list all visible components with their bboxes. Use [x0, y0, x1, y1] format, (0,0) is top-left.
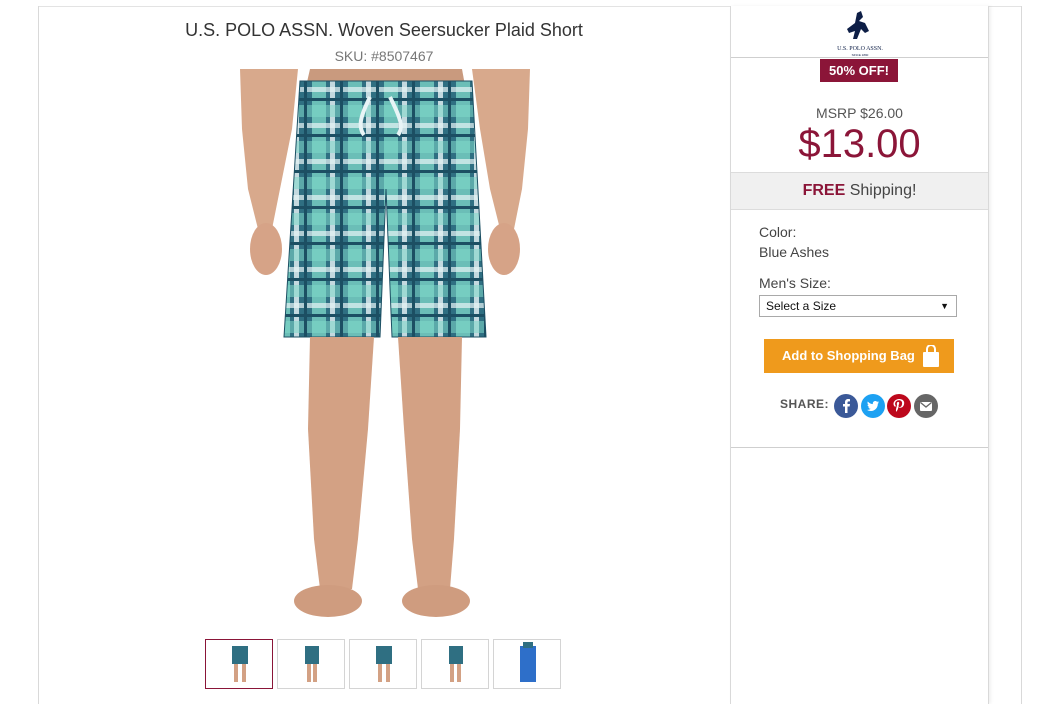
brand-logo-text: U.S. POLO ASSN. [837, 46, 883, 52]
brand-logo-subtext: SINCE 1890 [852, 53, 869, 57]
discount-badge: 50% OFF! [820, 59, 898, 82]
brand-logo[interactable]: U.S. POLO ASSN. SINCE 1890 [835, 9, 885, 57]
facebook-icon[interactable] [834, 394, 858, 418]
pinterest-icon[interactable] [887, 394, 911, 418]
thumbnail-4[interactable] [421, 639, 489, 689]
share-label: SHARE: [780, 397, 830, 411]
color-label: Color: [759, 224, 797, 240]
free-label: FREE [802, 182, 846, 199]
twitter-icon[interactable] [861, 394, 885, 418]
size-select-value: Select a Size [766, 299, 837, 313]
thumbnail-3[interactable] [349, 639, 417, 689]
dropdown-arrow-icon: ▼ [940, 301, 949, 311]
shopping-bag-icon [923, 345, 939, 367]
msrp-price: MSRP $26.00 [816, 105, 903, 121]
color-value: Blue Ashes [759, 244, 830, 260]
brand-header: U.S. POLO ASSN. SINCE 1890 [731, 6, 988, 58]
add-to-bag-button[interactable]: Add to Shopping Bag [764, 339, 954, 373]
add-to-bag-label: Add to Shopping Bag [782, 348, 915, 363]
thumbnail-1[interactable] [205, 639, 273, 689]
shipping-label: Shipping! [845, 182, 917, 199]
thumbnail-5[interactable] [493, 639, 561, 689]
free-shipping-banner: FREE Shipping! [731, 172, 988, 210]
sale-price: $13.00 [798, 122, 921, 166]
size-select[interactable]: Select a Size ▼ [759, 295, 957, 317]
size-label: Men's Size: [759, 275, 831, 291]
page-frame-right [1021, 6, 1022, 704]
main-product-image [240, 69, 530, 617]
purchase-panel: U.S. POLO ASSN. SINCE 1890 50% OFF! MSRP… [730, 6, 989, 704]
product-sku: SKU: #8507467 [334, 48, 434, 64]
product-title: U.S. POLO ASSN. Woven Seersucker Plaid S… [185, 20, 583, 40]
page-frame-left [38, 6, 39, 704]
panel-divider [731, 447, 988, 448]
email-icon[interactable] [914, 394, 938, 418]
thumbnail-2[interactable] [277, 639, 345, 689]
